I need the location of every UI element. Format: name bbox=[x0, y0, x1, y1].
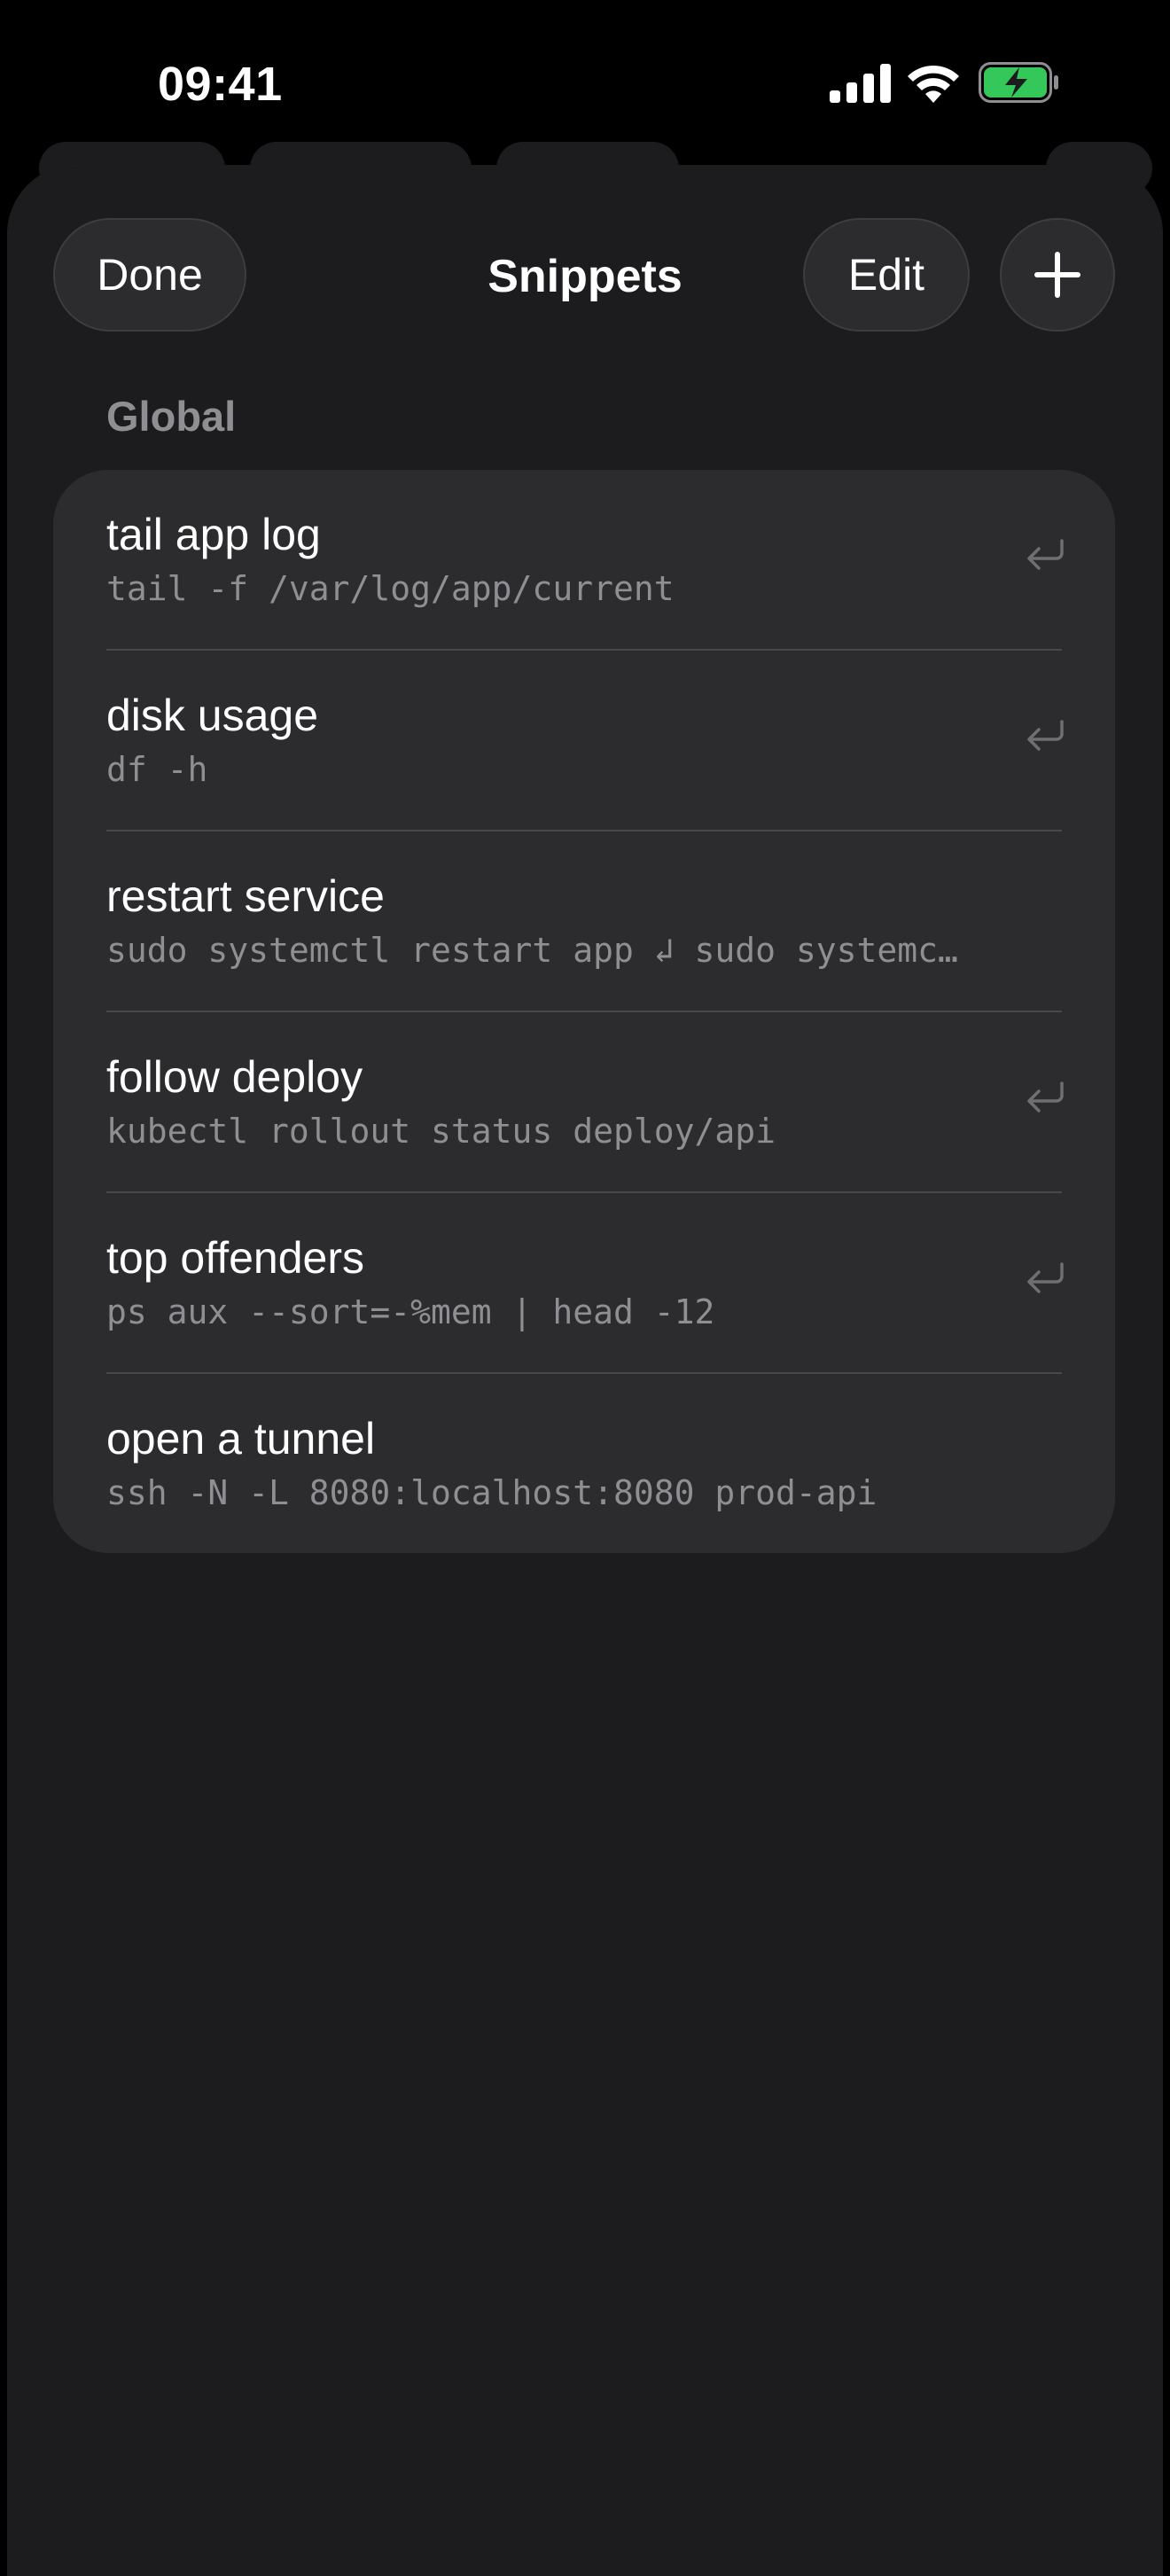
snippet-title: follow deploy bbox=[106, 1052, 363, 1102]
add-snippet-button[interactable] bbox=[1000, 218, 1115, 332]
snippet-title: restart service bbox=[106, 871, 385, 921]
snippet-row[interactable]: top offenders ps aux --sort=-%mem | head… bbox=[53, 1193, 1115, 1374]
snippet-command: df -h bbox=[106, 750, 208, 789]
snippet-command: kubectl rollout status deploy/api bbox=[106, 1112, 776, 1151]
snippet-title: disk usage bbox=[106, 691, 319, 740]
snippet-list: tail app log tail -f /var/log/app/curren… bbox=[53, 470, 1115, 1553]
section-header-global: Global bbox=[106, 393, 237, 440]
cellular-signal-icon bbox=[830, 64, 891, 103]
return-icon[interactable] bbox=[1023, 1261, 1067, 1298]
return-icon[interactable] bbox=[1023, 1080, 1067, 1117]
snippet-row[interactable]: tail app log tail -f /var/log/app/curren… bbox=[53, 470, 1115, 651]
snippet-row[interactable]: open a tunnel ssh -N -L 8080:localhost:8… bbox=[53, 1374, 1115, 1553]
return-icon[interactable] bbox=[1023, 718, 1067, 755]
wifi-icon bbox=[908, 65, 959, 103]
sheet-title: Snippets bbox=[488, 251, 682, 302]
battery-charging-icon bbox=[979, 62, 1058, 103]
snippet-title: top offenders bbox=[106, 1233, 364, 1283]
snippet-row[interactable]: disk usage df -h bbox=[53, 651, 1115, 831]
snippet-command: ps aux --sort=-%mem | head -12 bbox=[106, 1292, 715, 1331]
edit-button[interactable]: Edit bbox=[803, 218, 970, 332]
snippet-row[interactable]: follow deploy kubectl rollout status dep… bbox=[53, 1012, 1115, 1193]
status-time: 09:41 bbox=[158, 58, 283, 111]
snippet-command: tail -f /var/log/app/current bbox=[106, 569, 675, 608]
snippet-row[interactable]: restart service sudo systemctl restart a… bbox=[53, 831, 1115, 1012]
snippets-sheet: Done Snippets Edit Global tail app log t… bbox=[7, 165, 1163, 2576]
return-icon[interactable] bbox=[1023, 537, 1067, 574]
snippet-title: open a tunnel bbox=[106, 1414, 376, 1464]
snippet-command: ssh -N -L 8080:localhost:8080 prod-api bbox=[106, 1473, 878, 1512]
plus-icon bbox=[1034, 252, 1080, 298]
snippet-title: tail app log bbox=[106, 510, 321, 559]
snippet-command: sudo systemctl restart app ↲ sudo system… bbox=[106, 931, 958, 970]
